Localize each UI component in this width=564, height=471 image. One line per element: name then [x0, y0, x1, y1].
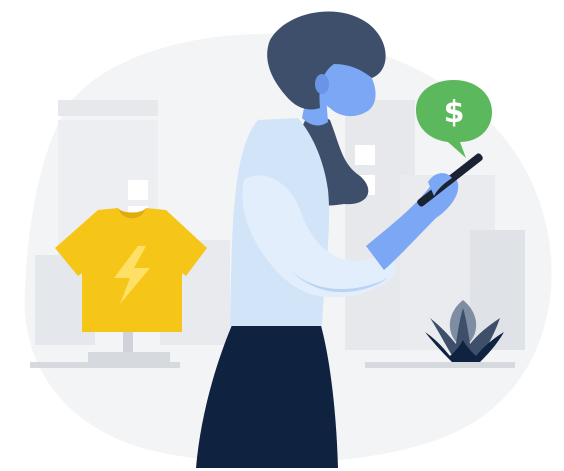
stand-base	[88, 352, 170, 362]
dollar-icon: $	[444, 95, 465, 130]
floor-shelf-right	[365, 362, 515, 368]
floor-shelf-left	[30, 362, 180, 368]
ear	[315, 74, 329, 94]
shopping-illustration: $	[24, 11, 552, 468]
